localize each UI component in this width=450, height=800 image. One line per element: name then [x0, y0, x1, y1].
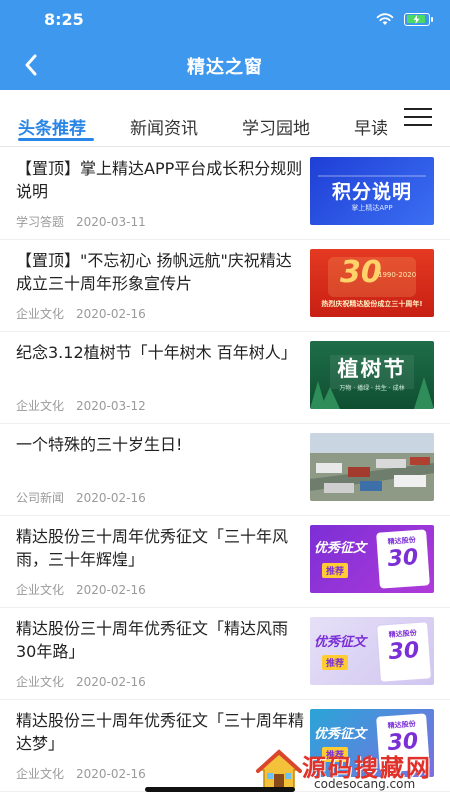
- thumbnail-card-number: 30: [386, 544, 420, 573]
- article-title: 精达股份三十周年优秀征文「三十年风雨，三十年辉煌」: [16, 527, 289, 569]
- battery-icon: [404, 12, 433, 26]
- menu-button[interactable]: [404, 108, 432, 128]
- article-meta: 企业文化 2020-02-16: [16, 673, 146, 690]
- thumbnail-subtitle: 万物 · 播绿 · 共生 · 成林: [339, 385, 405, 392]
- status-bar: 8:25: [0, 0, 450, 40]
- watermark-url: codesocang.com: [314, 777, 416, 791]
- category-tabs: 头条推荐 新闻资讯 学习园地 早读: [0, 90, 450, 147]
- article-category: 公司新闻: [16, 491, 65, 505]
- article-meta: 企业文化 2020-02-16: [16, 581, 146, 598]
- article-title: 精达股份三十周年优秀征文「精达风雨30年路」: [16, 619, 289, 661]
- tab-news[interactable]: 新闻资讯: [130, 114, 198, 139]
- thumbnail-title: 优秀征文: [314, 635, 367, 650]
- article-item[interactable]: 纪念3.12植树节「十年树木 百年树人」 企业文化 2020-03-12 植树节 …: [0, 331, 450, 424]
- article-thumbnail: 植树节 万物 · 播绿 · 共生 · 成林: [310, 341, 434, 409]
- thumbnail-subtitle: 掌上精达APP: [351, 204, 393, 212]
- article-meta: 企业文化 2020-02-16: [16, 765, 146, 782]
- article-meta: 企业文化 2020-02-16: [16, 305, 146, 322]
- article-category: 企业文化: [16, 583, 65, 597]
- article-date: 2020-02-16: [76, 307, 146, 321]
- article-thumbnail: [310, 433, 434, 501]
- article-item[interactable]: 精达股份三十周年优秀征文「精达风雨30年路」 企业文化 2020-02-16 优秀…: [0, 607, 450, 700]
- article-thumbnail: 30 1990-2020 热烈庆祝精达股份成立三十周年!: [310, 249, 434, 317]
- tab-study[interactable]: 学习园地: [242, 114, 310, 139]
- article-date: 2020-02-16: [76, 675, 146, 689]
- article-title: 【置顶】掌上精达APP平台成长积分规则说明: [16, 159, 303, 201]
- article-item[interactable]: 【置顶】掌上精达APP平台成长积分规则说明 学习答题 2020-03-11 积分说…: [0, 147, 450, 240]
- article-thumbnail: 优秀征文 推荐 精达股份 30: [310, 525, 434, 593]
- article-category: 企业文化: [16, 675, 65, 689]
- article-meta: 公司新闻 2020-02-16: [16, 489, 146, 506]
- article-meta: 学习答题 2020-03-11: [16, 213, 146, 230]
- article-item[interactable]: 【置顶】"不忘初心 扬帆远航"庆祝精达成立三十周年形象宣传片 企业文化 2020-…: [0, 239, 450, 332]
- status-icons: [376, 12, 433, 26]
- home-indicator: [145, 787, 295, 792]
- wifi-icon: [376, 13, 394, 25]
- article-title: 纪念3.12植树节「十年树木 百年树人」: [16, 343, 297, 362]
- thumbnail-tag: 推荐: [322, 563, 349, 578]
- thumbnail-banner: 热烈庆祝精达股份成立三十周年!: [321, 300, 423, 308]
- article-date: 2020-02-16: [76, 583, 146, 597]
- anniversary-number: 30: [340, 255, 382, 290]
- article-category: 企业文化: [16, 767, 65, 781]
- article-date: 2020-03-11: [76, 215, 146, 229]
- thumbnail-title: 植树节: [337, 357, 407, 381]
- article-category: 企业文化: [16, 399, 65, 413]
- article-title: 【置顶】"不忘初心 扬帆远航"庆祝精达成立三十周年形象宣传片: [16, 251, 292, 293]
- article-date: 2020-02-16: [76, 491, 146, 505]
- article-date: 2020-03-12: [76, 399, 146, 413]
- article-title: 一个特殊的三十岁生日!: [16, 435, 183, 454]
- status-time: 8:25: [44, 10, 84, 29]
- article-category: 企业文化: [16, 307, 65, 321]
- thumbnail-tag: 推荐: [322, 655, 349, 670]
- article-date: 2020-02-16: [76, 767, 146, 781]
- active-tab-indicator: [18, 138, 94, 141]
- anniversary-years: 1990-2020: [378, 271, 417, 279]
- article-meta: 企业文化 2020-03-12: [16, 397, 146, 414]
- page-title: 精达之窗: [187, 57, 263, 78]
- thumbnail-title: 优秀征文: [314, 727, 367, 742]
- nav-bar: 精达之窗: [0, 40, 450, 90]
- thumbnail-card-number: 30: [387, 637, 421, 666]
- tab-morning-read[interactable]: 早读: [354, 114, 388, 139]
- article-item[interactable]: 精达股份三十周年优秀征文「三十年风雨，三十年辉煌」 企业文化 2020-02-16…: [0, 515, 450, 608]
- article-thumbnail: 优秀征文 推荐 精达股份 30: [310, 617, 434, 685]
- article-category: 学习答题: [16, 215, 65, 229]
- article-thumbnail: 积分说明 掌上精达APP: [310, 157, 434, 225]
- article-item[interactable]: 一个特殊的三十岁生日! 公司新闻 2020-02-16: [0, 423, 450, 516]
- thumbnail-title: 优秀征文: [314, 541, 367, 556]
- thumbnail-title: 积分说明: [331, 181, 412, 203]
- factory-aerial-photo: [310, 433, 434, 501]
- tab-headlines[interactable]: 头条推荐: [18, 114, 86, 139]
- menu-icon: [404, 108, 432, 110]
